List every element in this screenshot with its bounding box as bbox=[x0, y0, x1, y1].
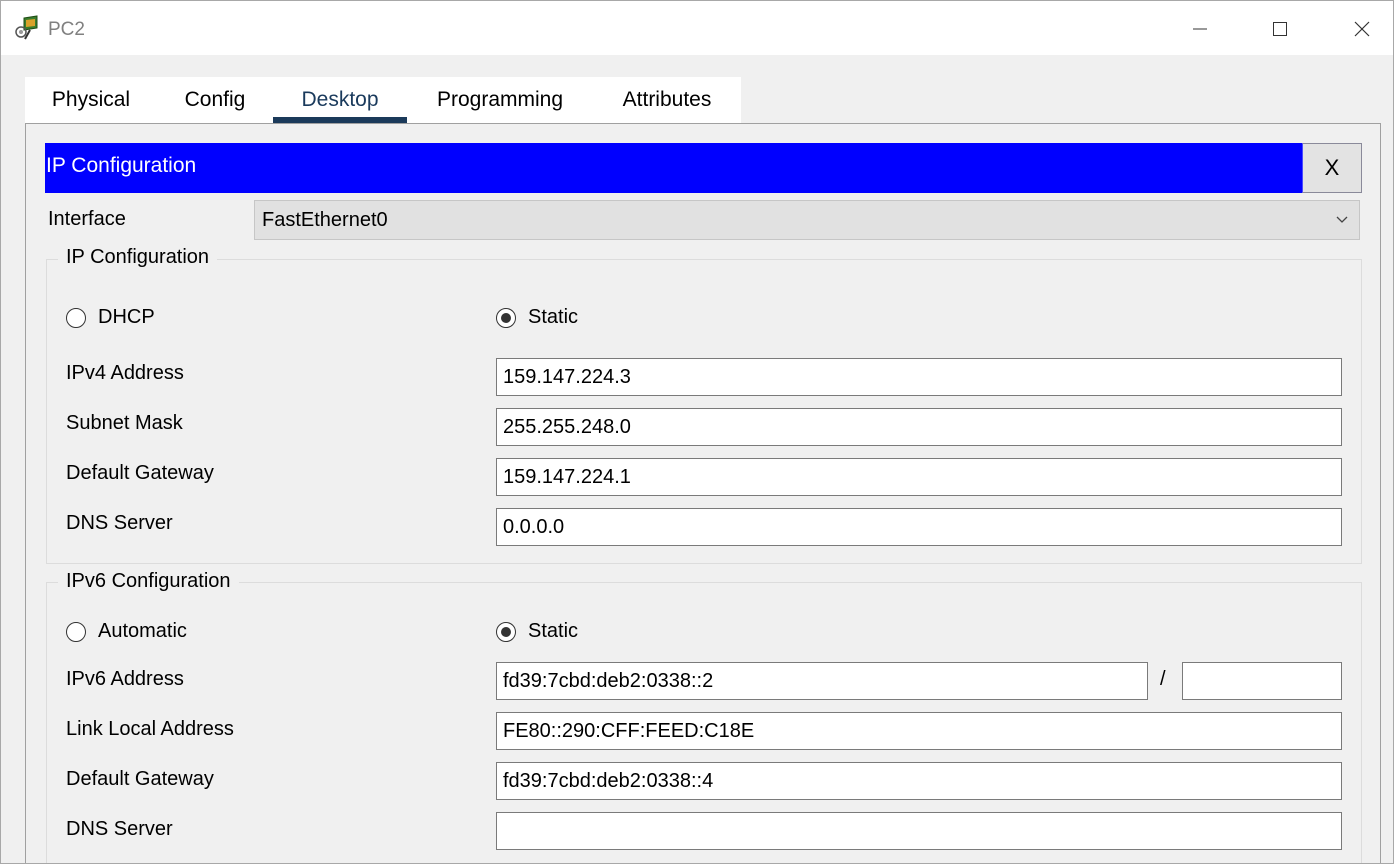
interface-select[interactable]: FastEthernet0 bbox=[254, 200, 1360, 240]
maximize-button[interactable] bbox=[1257, 9, 1303, 49]
close-window-icon bbox=[1354, 21, 1370, 37]
ipv6-automatic-radio-label: Automatic bbox=[98, 620, 187, 642]
interface-select-value: FastEthernet0 bbox=[262, 209, 388, 231]
dhcp-radio-circle bbox=[66, 307, 86, 328]
ipv6-group-title: IPv6 Configuration bbox=[58, 570, 239, 593]
tab-attributes[interactable]: Attributes bbox=[593, 77, 741, 123]
ipv4-group-title: IP Configuration bbox=[58, 246, 218, 269]
ipv4-static-radio-circle bbox=[496, 307, 516, 328]
close-ip-config-button[interactable]: X bbox=[1302, 143, 1362, 193]
ipv6-static-radio-label: Static bbox=[528, 620, 579, 642]
interface-label: Interface bbox=[48, 208, 126, 230]
minimize-icon bbox=[1193, 28, 1207, 30]
ipv6-gateway-label: Default Gateway bbox=[66, 768, 214, 790]
tab-programming[interactable]: Programming bbox=[407, 77, 593, 123]
title-bar[interactable]: PC2 bbox=[1, 1, 1393, 55]
link-local-address-field[interactable]: FE80::290:CFF:FEED:C18E bbox=[496, 712, 1342, 750]
minimize-button[interactable] bbox=[1177, 9, 1223, 49]
ipv4-dns-label: DNS Server bbox=[66, 512, 173, 534]
ipv4-address-field[interactable]: 159.147.224.3 bbox=[496, 358, 1342, 396]
pc-app-icon bbox=[15, 15, 38, 40]
link-local-address-label: Link Local Address bbox=[66, 718, 234, 740]
ipv6-dns-label: DNS Server bbox=[66, 818, 173, 840]
ipv6-address-field[interactable]: fd39:7cbd:deb2:0338::2 bbox=[496, 662, 1148, 700]
desktop-panel: IP Configuration X Interface FastEtherne… bbox=[25, 123, 1381, 863]
ipv4-static-radio[interactable]: Static bbox=[496, 306, 578, 329]
dhcp-radio-label: DHCP bbox=[98, 306, 155, 328]
ipv6-address-label: IPv6 Address bbox=[66, 668, 184, 690]
tab-physical[interactable]: Physical bbox=[25, 77, 157, 123]
ipv4-gateway-field[interactable]: 159.147.224.1 bbox=[496, 458, 1342, 496]
ipv4-dns-field[interactable]: 0.0.0.0 bbox=[496, 508, 1342, 546]
ipv4-gateway-label: Default Gateway bbox=[66, 462, 214, 484]
tab-bar: Physical Config Desktop Programming Attr… bbox=[25, 77, 741, 123]
pc2-window: PC2 Physical Config Desktop Programming … bbox=[0, 0, 1394, 864]
ipv6-static-radio-circle bbox=[496, 621, 516, 642]
ipv6-gateway-field[interactable]: fd39:7cbd:deb2:0338::4 bbox=[496, 762, 1342, 800]
ipv4-static-radio-label: Static bbox=[528, 306, 579, 328]
prefix-separator: / bbox=[1160, 668, 1166, 690]
close-window-button[interactable] bbox=[1339, 9, 1385, 49]
dhcp-radio[interactable]: DHCP bbox=[66, 306, 155, 329]
tab-config[interactable]: Config bbox=[157, 77, 273, 123]
ipv4-address-label: IPv4 Address bbox=[66, 362, 184, 384]
chevron-down-icon bbox=[1335, 201, 1349, 239]
ipv6-dns-field[interactable] bbox=[496, 812, 1342, 850]
ipv6-automatic-radio[interactable]: Automatic bbox=[66, 620, 187, 643]
subnet-mask-label: Subnet Mask bbox=[66, 412, 183, 434]
ipv6-prefix-length-field[interactable] bbox=[1182, 662, 1342, 700]
ip-configuration-header: IP Configuration bbox=[45, 143, 1303, 193]
window-title: PC2 bbox=[48, 19, 85, 40]
ipv6-automatic-radio-circle bbox=[66, 621, 86, 642]
subnet-mask-field[interactable]: 255.255.248.0 bbox=[496, 408, 1342, 446]
tab-desktop[interactable]: Desktop bbox=[273, 77, 407, 123]
ipv6-static-radio[interactable]: Static bbox=[496, 620, 578, 643]
maximize-icon bbox=[1273, 22, 1287, 36]
